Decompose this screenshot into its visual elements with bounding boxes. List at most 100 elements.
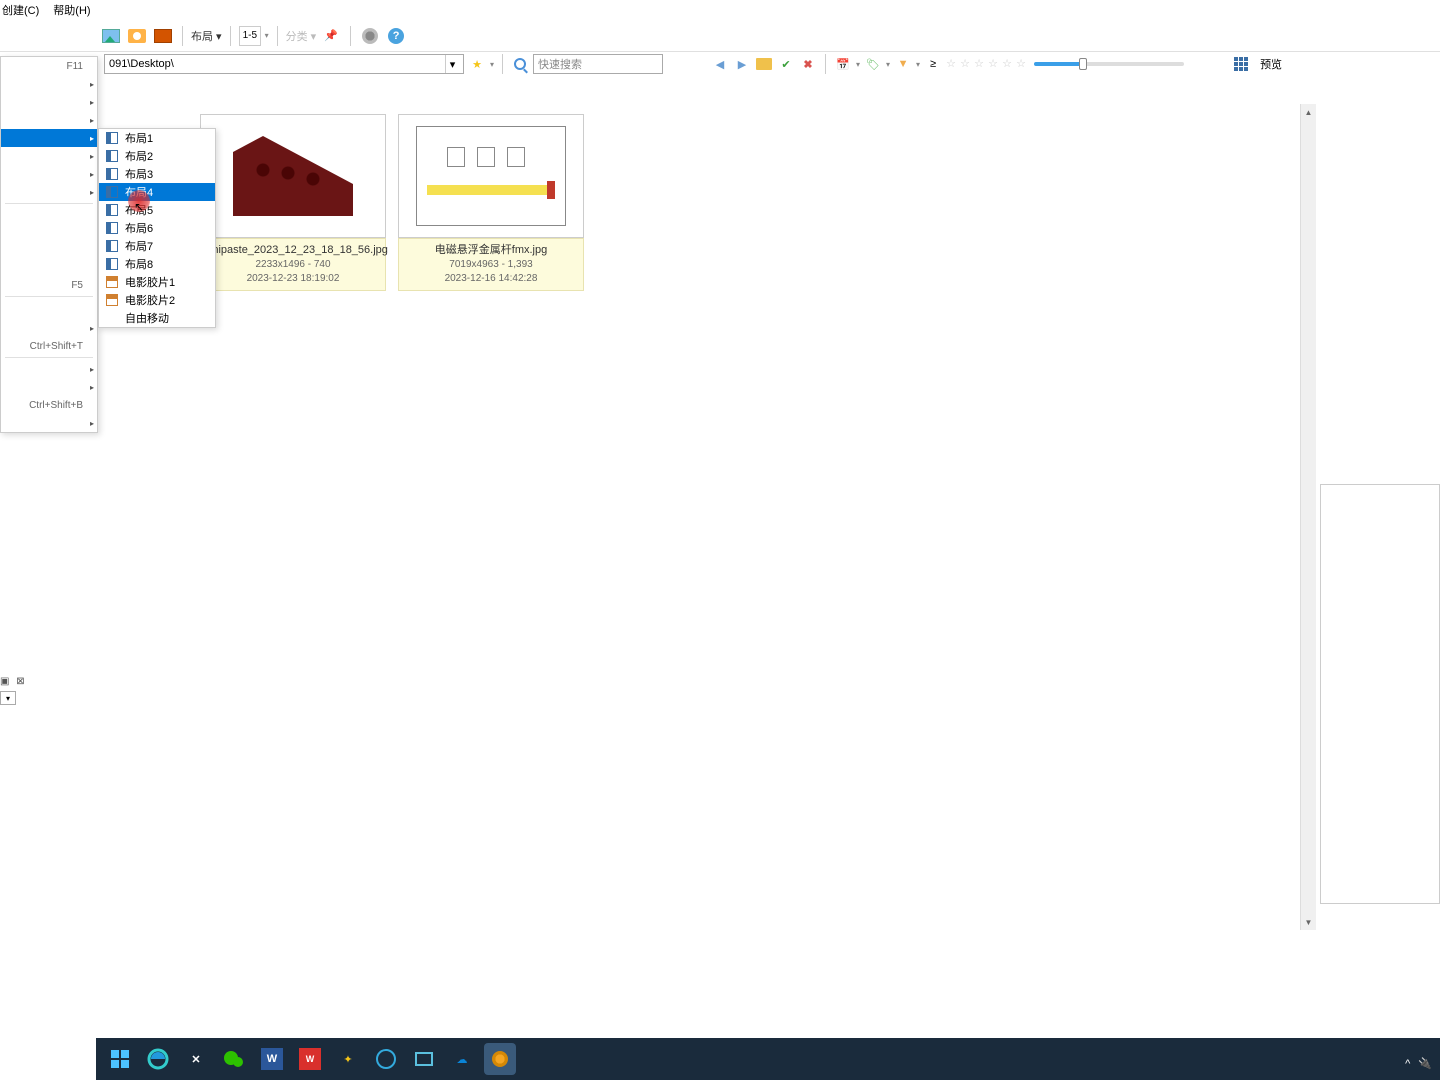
dropdown-caret-icon[interactable]: ▾ xyxy=(265,31,269,40)
menu-item[interactable] xyxy=(1,360,97,378)
help-icon[interactable]: ? xyxy=(385,25,407,47)
menu-item-layout[interactable] xyxy=(1,129,97,147)
layout-dropdown[interactable]: 布局 ▾ xyxy=(191,28,222,44)
check-icon[interactable]: ✔ xyxy=(777,55,795,73)
pin-icon[interactable]: 📌 xyxy=(320,25,342,47)
tray-expand-icon[interactable]: ^ xyxy=(1405,1058,1410,1070)
thumbnail-date: 2023-12-23 18:19:02 xyxy=(205,272,381,286)
menu-bar: 创建(C) 帮助(H) xyxy=(0,0,1440,20)
menu-separator xyxy=(5,203,93,204)
thumbnail-filename: Snipaste_2023_12_23_18_18_56.jpg xyxy=(205,243,381,258)
star-icon[interactable]: ☆ xyxy=(974,57,988,71)
taskbar-edge[interactable] xyxy=(142,1043,174,1075)
scroll-up-icon[interactable]: ▲ xyxy=(1301,104,1316,120)
page-range-input[interactable] xyxy=(239,26,261,46)
layout-option-5[interactable]: 布局5 xyxy=(99,201,215,219)
taskbar-word[interactable]: W xyxy=(256,1043,288,1075)
image-icon[interactable] xyxy=(100,25,122,47)
path-dropdown-icon[interactable]: ▾ xyxy=(445,55,459,73)
menu-create[interactable]: 创建(C) xyxy=(2,2,39,18)
menu-item[interactable] xyxy=(1,111,97,129)
menu-item[interactable] xyxy=(1,165,97,183)
vertical-scrollbar[interactable]: ▲ ▼ xyxy=(1300,104,1316,930)
thumbnail-image[interactable] xyxy=(398,114,584,238)
tray-usb-icon[interactable]: 🔌 xyxy=(1418,1057,1432,1070)
taskbar-app2[interactable]: ✦ xyxy=(332,1043,364,1075)
system-tray[interactable]: ^ 🔌 xyxy=(1405,1057,1432,1070)
thumbnail-image[interactable] xyxy=(200,114,386,238)
taskbar-wechat[interactable] xyxy=(218,1043,250,1075)
menu-item[interactable] xyxy=(1,183,97,201)
layout-option-7[interactable]: 布局7 xyxy=(99,237,215,255)
menu-item[interactable]: Ctrl+Shift+B xyxy=(1,396,97,414)
favorite-icon[interactable]: ★ xyxy=(468,55,486,73)
search-icon xyxy=(511,55,529,73)
nav-forward-icon[interactable]: ▶ xyxy=(733,55,751,73)
taskbar-app3[interactable] xyxy=(370,1043,402,1075)
toolbar: 布局 ▾ ▾ 分类 ▾ 📌 ? xyxy=(0,20,1440,52)
camera-icon[interactable] xyxy=(126,25,148,47)
layout-option-filmstrip1[interactable]: 电影胶片1 xyxy=(99,273,215,291)
menu-help[interactable]: 帮助(H) xyxy=(53,2,90,18)
menu-item[interactable]: F11 xyxy=(1,57,97,75)
preview-panel xyxy=(1320,484,1440,904)
menu-item[interactable] xyxy=(1,75,97,93)
taskbar-app[interactable]: ✕ xyxy=(180,1043,212,1075)
context-menu-primary: F11 F5 Ctrl+Shift+T Ctrl+Shift+B xyxy=(0,56,98,433)
tag-icon[interactable]: 🏷 xyxy=(864,55,882,73)
thumbnail-item[interactable]: Snipaste_2023_12_23_18_18_56.jpg 2233x14… xyxy=(200,114,386,291)
taskbar-current-app[interactable] xyxy=(484,1043,516,1075)
star-icon[interactable]: ☆ xyxy=(1016,57,1030,71)
start-button[interactable] xyxy=(104,1043,136,1075)
layout-option-filmstrip2[interactable]: 电影胶片2 xyxy=(99,291,215,309)
menu-item[interactable] xyxy=(1,414,97,432)
menu-item[interactable] xyxy=(1,147,97,165)
layout-option-2[interactable]: 布局2 xyxy=(99,147,215,165)
thumbnail-item[interactable]: 电磁悬浮金属杆fmx.jpg 7019x4963 - 1,393 2023-12… xyxy=(398,114,584,291)
star-icon[interactable]: ☆ xyxy=(988,57,1002,71)
taskbar-app4[interactable] xyxy=(408,1043,440,1075)
settings-icon[interactable] xyxy=(359,25,381,47)
address-bar: 091\Desktop\ ▾ ★ ▾ 快速搜索 ◀ ▶ ✔ ✖ 📅▾ 🏷▾ ▼▾… xyxy=(0,52,1440,76)
zoom-slider-thumb[interactable] xyxy=(1079,58,1087,70)
folder-icon[interactable] xyxy=(755,55,773,73)
taskbar: ✕ W W ✦ ☁ xyxy=(96,1038,1440,1080)
path-field[interactable]: 091\Desktop\ ▾ xyxy=(104,54,464,74)
separator xyxy=(350,26,351,46)
filter-icon[interactable]: ▼ xyxy=(894,55,912,73)
sort-dropdown[interactable]: 分类 ▾ xyxy=(286,28,317,44)
layout-option-4[interactable]: 布局4 xyxy=(99,183,215,201)
layout-option-3[interactable]: 布局3 xyxy=(99,165,215,183)
zoom-slider[interactable] xyxy=(1034,62,1184,66)
star-icon[interactable]: ☆ xyxy=(1002,57,1016,71)
path-text: 091\Desktop\ xyxy=(109,58,174,70)
panel-dropdown[interactable]: ▾ xyxy=(0,691,16,705)
taskbar-wps[interactable]: W xyxy=(294,1043,326,1075)
taskbar-onedrive[interactable]: ☁ xyxy=(446,1043,478,1075)
grid-view-icon[interactable] xyxy=(1232,55,1250,73)
layout-option-6[interactable]: 布局6 xyxy=(99,219,215,237)
star-icon[interactable]: ☆ xyxy=(946,57,960,71)
menu-item[interactable] xyxy=(1,93,97,111)
gte-icon[interactable]: ≥ xyxy=(924,55,942,73)
panel-icons[interactable]: ▣ ⊠ xyxy=(0,676,27,687)
favorite-dropdown-icon[interactable]: ▾ xyxy=(490,60,494,69)
menu-item[interactable] xyxy=(1,378,97,396)
scroll-down-icon[interactable]: ▼ xyxy=(1301,914,1316,930)
content-area: Snipaste_2023_12_23_18_18_56.jpg 2233x14… xyxy=(0,104,1440,1080)
menu-item[interactable] xyxy=(1,319,97,337)
view-mode-label[interactable]: 预览 xyxy=(1260,56,1282,72)
menu-item[interactable]: Ctrl+Shift+T xyxy=(1,337,97,355)
menu-separator xyxy=(5,357,93,358)
calendar-icon[interactable]: 📅 xyxy=(834,55,852,73)
layout-option-1[interactable]: 布局1 xyxy=(99,129,215,147)
layout-option-8[interactable]: 布局8 xyxy=(99,255,215,273)
slideshow-icon[interactable] xyxy=(152,25,174,47)
nav-back-icon[interactable]: ◀ xyxy=(711,55,729,73)
delete-icon[interactable]: ✖ xyxy=(799,55,817,73)
layout-option-free[interactable]: 自由移动 xyxy=(99,309,215,327)
star-icon[interactable]: ☆ xyxy=(960,57,974,71)
search-input[interactable]: 快速搜索 xyxy=(533,54,663,74)
rating-stars[interactable]: ☆ ☆ ☆ ☆ ☆ ☆ xyxy=(946,57,1030,71)
menu-item[interactable]: F5 xyxy=(1,276,97,294)
